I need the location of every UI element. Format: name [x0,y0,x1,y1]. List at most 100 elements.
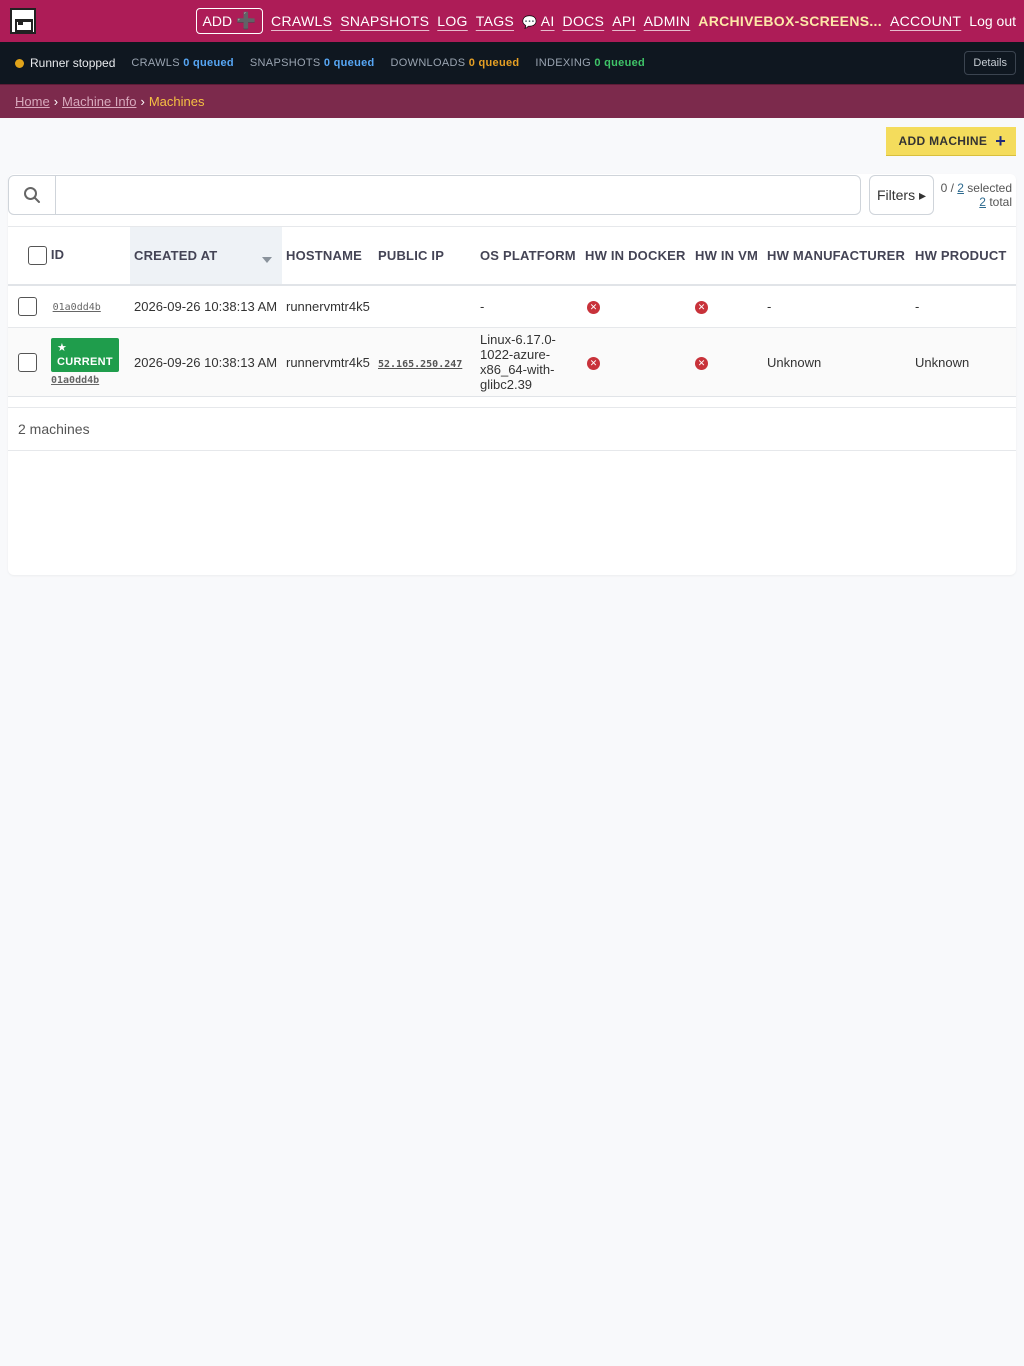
status-bar: Runner stopped CRAWLS 0 queued SNAPSHOTS… [0,42,1024,84]
cell-hw-in-vm: ✕ [691,285,763,328]
table-row: 01a0dd4b 2026-09-26 10:38:13 AM runnervm… [8,285,1016,328]
nav-link-log[interactable]: LOG [437,13,467,29]
column-header-hostname[interactable]: HOSTNAME [282,227,374,285]
breadcrumb-current: Machines [148,94,205,109]
table-header-row: ID CREATED AT HOSTNAME PUBLIC IP OS PLAT… [8,226,1016,285]
nav-links: ADD ➕ CRAWLS SNAPSHOTS LOG TAGS 💬 AI DOC… [195,8,1016,34]
cell-hw-manufacturer: - [767,298,772,314]
runner-status-dot-icon [15,58,24,68]
cell-os-platform: Linux-6.17.0-1022-azure-x86_64-with-glib… [476,328,581,397]
false-x-icon: ✕ [587,357,600,370]
selection-prefix: 0 / [940,181,958,195]
nav-link-ai-label: AI [540,13,555,29]
total-count-link[interactable]: 2 [979,195,986,209]
nav-add-button[interactable]: ADD ➕ [195,8,264,34]
nav-link-api[interactable]: API [612,13,635,29]
column-header-id[interactable]: ID [8,227,130,285]
nav-link-docs[interactable]: DOCS [563,13,605,29]
cell-hw-in-docker: ✕ [581,328,691,397]
top-nav: ADD ➕ CRAWLS SNAPSHOTS LOG TAGS 💬 AI DOC… [0,0,1024,42]
runner-status: Runner stopped [30,56,116,70]
result-count: 2 machines [8,407,1016,451]
cell-os-platform: - [480,298,485,314]
column-id-label: ID [50,246,65,262]
column-header-public-ip[interactable]: PUBLIC IP [374,227,476,285]
total-suffix: total [985,195,1012,209]
cell-id: 01a0dd4b [8,285,130,328]
column-header-hw-manufacturer[interactable]: HW MANUFACTURER [763,227,911,285]
current-badge: ★ CURRENT [51,338,119,372]
os-platform-text: Linux-6.17.0-1022-azure-x86_64-with-glib… [480,332,556,392]
nav-user-name[interactable]: ARCHIVEBOX-SCREENS... [698,13,882,29]
search-input[interactable] [56,176,860,214]
cell-hw-manufacturer: Unknown [767,354,822,370]
stat-downloads-label: DOWNLOADS [390,57,466,69]
selection-suffix: selected [963,181,1012,195]
cell-id: ★ CURRENT 01a0dd4b [8,328,130,397]
nav-link-account[interactable]: ACCOUNT [890,13,961,29]
stat-indexing-value: 0 queued [594,57,646,69]
nav-link-tags[interactable]: TAGS [476,13,514,29]
sort-descending-icon[interactable] [262,257,272,263]
public-ip-link[interactable]: 52.165.250.247 [378,359,462,370]
row-checkbox[interactable] [18,352,37,372]
cell-public-ip: 52.165.250.247 [374,328,476,397]
selection-count-link[interactable]: 2 [957,181,964,195]
stat-crawls-value: 0 queued [183,57,234,69]
column-header-hw-in-docker[interactable]: HW IN DOCKER [581,227,691,285]
table-row: ★ CURRENT 01a0dd4b 2026-09-26 10:38:13 A… [8,327,1016,397]
breadcrumb-separator: › [53,94,59,109]
breadcrumb-separator: › [140,94,145,109]
cell-created-at: 2026-09-26 10:38:13 AM [134,298,278,314]
archivebox-logo-icon[interactable] [10,8,36,34]
nav-add-label: ADD [202,13,233,29]
stat-snapshots-label: SNAPSHOTS [249,57,321,69]
search-icon[interactable] [9,176,56,214]
column-header-hw-in-vm[interactable]: HW IN VM [691,227,763,285]
false-x-icon: ✕ [695,357,708,370]
cell-hostname: runnervmtr4k5 [286,298,370,314]
plus-icon: + [995,131,1006,151]
stat-crawls-label: CRAWLS [131,57,180,69]
select-all-checkbox[interactable] [28,245,47,265]
plus-icon: ➕ [236,13,257,30]
column-created-at-label: CREATED AT [134,247,218,263]
add-machine-label: ADD MACHINE [898,134,988,148]
column-header-os-platform[interactable]: OS PLATFORM [476,227,581,285]
speech-bubble-icon: 💬 [522,15,538,29]
selection-info: 0 / 2 selected 2 total [941,181,1012,209]
nav-link-ai[interactable]: 💬 AI [522,13,555,29]
nav-link-crawls[interactable]: CRAWLS [271,13,332,29]
stat-crawls: CRAWLS 0 queued [131,57,234,69]
breadcrumb-home[interactable]: Home [15,94,50,109]
cell-hw-product: Unknown [915,354,970,370]
cell-hw-product: - [915,298,920,314]
false-x-icon: ✕ [695,301,708,315]
stat-indexing-label: INDEXING [535,57,591,69]
add-machine-button[interactable]: ADD MACHINE + [885,127,1016,156]
stat-downloads: DOWNLOADS 0 queued [391,57,520,69]
machine-id-link[interactable]: 01a0dd4b [51,375,119,386]
machines-table: ID CREATED AT HOSTNAME PUBLIC IP OS PLAT… [8,226,1016,397]
cell-created-at: 2026-09-26 10:38:13 AM [134,354,278,370]
filters-button[interactable]: Filters ▸ [869,175,934,215]
stat-downloads-value: 0 queued [468,57,520,69]
machine-id-link[interactable]: 01a0dd4b [53,302,101,313]
cell-hw-in-vm: ✕ [691,328,763,397]
column-header-hw-product[interactable]: HW PRODUCT [911,227,1016,285]
changelist-card: Filters ▸ 0 / 2 selected 2 total ID CREA… [8,174,1016,575]
breadcrumb: Home › Machine Info › Machines [0,84,1024,118]
nav-link-snapshots[interactable]: SNAPSHOTS [340,13,429,29]
column-header-created-at[interactable]: CREATED AT [130,226,282,285]
nav-link-admin[interactable]: ADMIN [644,13,691,29]
stat-indexing: INDEXING 0 queued [535,57,645,69]
breadcrumb-machine-info[interactable]: Machine Info [62,94,136,109]
logout-link[interactable]: Log out [969,13,1016,29]
cell-public-ip [374,285,476,328]
details-button[interactable]: Details [964,51,1016,75]
stat-snapshots-value: 0 queued [323,57,375,69]
cell-hostname: runnervmtr4k5 [286,354,370,370]
row-checkbox[interactable] [18,296,37,316]
false-x-icon: ✕ [587,301,600,315]
cell-hw-in-docker: ✕ [581,285,691,328]
